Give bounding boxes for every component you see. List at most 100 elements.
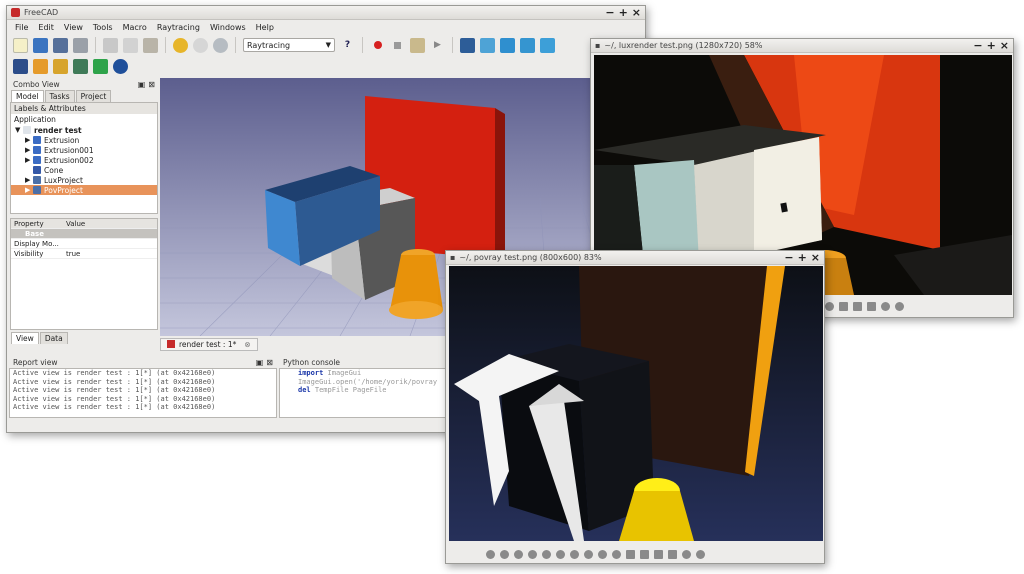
tree-item[interactable]: Cone (11, 165, 157, 175)
open-file-icon[interactable] (33, 37, 48, 53)
python-console-output[interactable]: import ImageGui ImageGui.open('/home/yori… (279, 368, 459, 418)
tab-project[interactable]: Project (75, 90, 112, 102)
print-icon[interactable] (73, 37, 88, 53)
stop-macro-icon[interactable] (390, 38, 405, 53)
whats-this-icon[interactable]: ? (340, 38, 355, 53)
close-icon[interactable]: × (811, 251, 820, 264)
menu-item-macro[interactable]: Macro (123, 23, 147, 32)
redo-icon[interactable] (193, 37, 208, 53)
close-image-icon[interactable] (696, 549, 705, 559)
zoom-fit-icon[interactable] (825, 301, 834, 311)
tree-item[interactable]: ▶ PovProject (11, 185, 157, 195)
document-tab[interactable]: render test : 1* ⊗ (160, 337, 258, 351)
save-image-icon[interactable] (640, 549, 649, 559)
export-view-icon[interactable] (53, 58, 68, 74)
new-lux-project-icon[interactable] (33, 58, 48, 74)
menu-item-view[interactable]: View (64, 23, 83, 32)
tab-view[interactable]: View (11, 332, 39, 344)
copy-image-icon[interactable] (654, 549, 663, 559)
settings-icon[interactable] (682, 549, 691, 559)
menu-item-file[interactable]: File (15, 23, 28, 32)
chevron-down-icon[interactable]: ▼ (15, 126, 23, 134)
property-group-base[interactable]: Base (11, 230, 66, 238)
minimize-icon[interactable]: − (973, 39, 982, 52)
property-row[interactable]: Visibility true (11, 249, 157, 259)
delete-image-icon[interactable] (668, 549, 677, 559)
zoom-reset-icon[interactable] (542, 549, 551, 559)
chevron-right-icon[interactable]: ▶ (25, 156, 33, 164)
menu-item-tools[interactable]: Tools (93, 23, 113, 32)
close-icon[interactable]: × (632, 6, 641, 19)
view-axonometric-icon[interactable] (480, 37, 495, 53)
close-panel-icon[interactable]: ⊠ (148, 80, 155, 89)
tab-data[interactable]: Data (39, 332, 68, 344)
insert-part-icon[interactable] (93, 58, 108, 74)
new-povray-project-icon[interactable] (13, 58, 28, 74)
rotate-right-icon[interactable] (598, 549, 607, 559)
tree-item[interactable]: ▼ render test (11, 125, 157, 135)
undo-icon[interactable] (173, 37, 188, 53)
window-menu-icon[interactable]: ▪ (450, 253, 455, 262)
view-right-icon[interactable] (540, 37, 555, 53)
fit-all-icon[interactable] (460, 37, 475, 53)
close-icon[interactable]: × (1000, 39, 1009, 52)
chevron-right-icon[interactable]: ▶ (25, 146, 33, 154)
pov-titlebar[interactable]: ▪ ~/, povray test.png (800x600) 83% − + … (446, 251, 824, 265)
rotate-left-icon[interactable] (584, 549, 593, 559)
delete-image-icon[interactable] (867, 301, 876, 311)
maximize-icon[interactable]: + (987, 39, 996, 52)
zoom-fit-icon[interactable] (556, 549, 565, 559)
close-panel-icon[interactable]: ⊠ (266, 358, 273, 367)
chevron-right-icon[interactable]: ▶ (25, 136, 33, 144)
tree-item[interactable]: ▶ LuxProject (11, 175, 157, 185)
menu-item-raytracing[interactable]: Raytracing (157, 23, 200, 32)
main-titlebar[interactable]: FreeCAD − + × (7, 6, 645, 20)
refresh-icon[interactable] (213, 37, 228, 53)
run-macro-icon[interactable]: ▶ (430, 38, 445, 53)
flip-icon[interactable] (612, 549, 621, 559)
cut-icon[interactable] (103, 37, 118, 53)
render-icon[interactable] (113, 58, 128, 74)
menu-item-edit[interactable]: Edit (38, 23, 54, 32)
copy-icon[interactable] (123, 37, 138, 53)
tree-item[interactable]: ▶ Extrusion001 (11, 145, 157, 155)
new-file-icon[interactable] (13, 37, 28, 53)
open-image-icon[interactable] (839, 301, 848, 311)
save-image-icon[interactable] (853, 301, 862, 311)
lux-titlebar[interactable]: ▪ ~/, luxrender test.png (1280x720) 58% … (591, 39, 1013, 53)
save-icon[interactable] (53, 37, 68, 53)
property-value[interactable]: true (66, 250, 80, 258)
open-image-icon[interactable] (626, 549, 635, 559)
minimize-icon[interactable]: − (605, 6, 614, 19)
zoom-out-icon[interactable] (528, 549, 537, 559)
view-top-icon[interactable] (520, 37, 535, 53)
export-camera-icon[interactable] (73, 58, 88, 74)
zoom-box-icon[interactable] (570, 549, 579, 559)
minimize-icon[interactable]: − (784, 251, 793, 264)
menu-item-windows[interactable]: Windows (210, 23, 246, 32)
menu-item-help[interactable]: Help (256, 23, 274, 32)
zoom-in-icon[interactable] (514, 549, 523, 559)
paste-icon[interactable] (143, 37, 158, 53)
close-image-icon[interactable] (895, 301, 904, 311)
tree-item[interactable]: ▶ Extrusion (11, 135, 157, 145)
maximize-icon[interactable]: + (798, 251, 807, 264)
property-row[interactable]: Display Mo... (11, 239, 157, 249)
next-image-icon[interactable] (500, 549, 509, 559)
window-menu-icon[interactable]: ▪ (595, 41, 600, 50)
record-macro-icon[interactable] (370, 38, 385, 53)
maximize-icon[interactable]: + (619, 6, 628, 19)
chevron-right-icon[interactable]: ▶ (25, 186, 33, 194)
edit-macro-icon[interactable] (410, 37, 425, 53)
view-front-icon[interactable] (500, 37, 515, 53)
float-panel-icon[interactable]: ▣ (138, 80, 146, 89)
workbench-selector[interactable]: Raytracing ▼ (243, 38, 335, 52)
previous-image-icon[interactable] (486, 549, 495, 559)
tab-tasks[interactable]: Tasks (44, 90, 75, 102)
close-tab-icon[interactable]: ⊗ (244, 340, 250, 349)
tab-model[interactable]: Model (11, 90, 44, 102)
tree-item[interactable]: ▶ Extrusion002 (11, 155, 157, 165)
chevron-right-icon[interactable]: ▶ (25, 176, 33, 184)
float-panel-icon[interactable]: ▣ (256, 358, 264, 367)
settings-icon[interactable] (881, 301, 890, 311)
